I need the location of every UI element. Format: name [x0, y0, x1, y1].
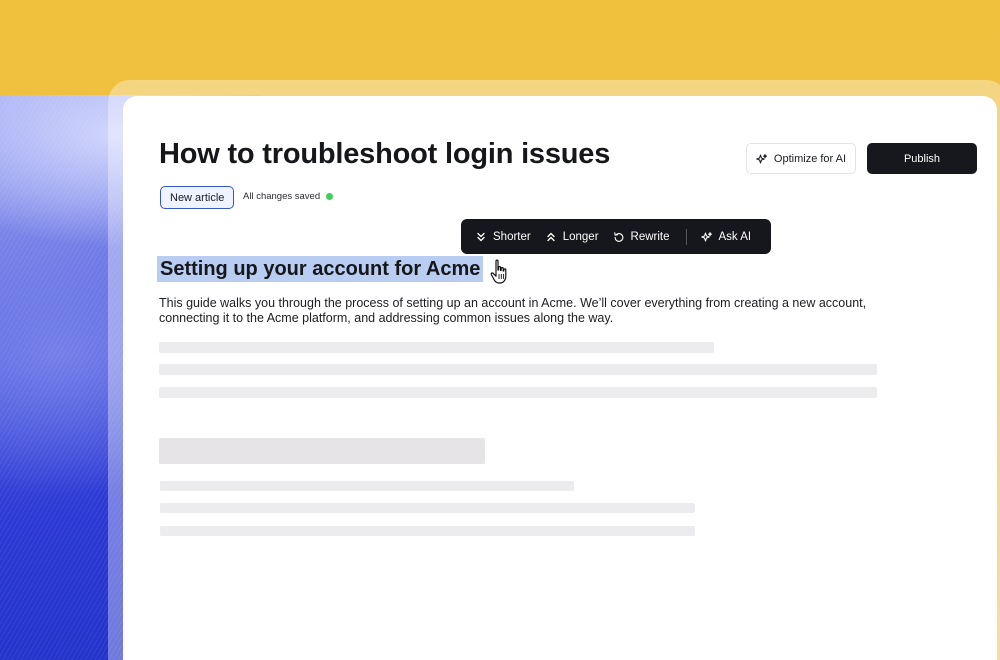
sparkle-icon — [756, 153, 768, 165]
ask-ai-label: Ask AI — [718, 230, 752, 243]
selected-heading[interactable]: Setting up your account for Acme — [157, 256, 484, 282]
shorter-button[interactable]: Shorter — [475, 231, 531, 243]
new-article-badge[interactable]: New article — [160, 186, 235, 209]
longer-label: Longer — [562, 230, 599, 243]
hand-pointer-icon — [490, 259, 507, 284]
save-status-text: All changes saved — [243, 191, 321, 202]
status-dot — [326, 193, 334, 200]
sparkle-icon — [700, 231, 713, 243]
skeleton-line — [159, 342, 714, 353]
chevrons-up-icon — [545, 231, 557, 243]
publish-button[interactable]: Publish — [867, 143, 977, 174]
rewrite-button[interactable]: Rewrite — [613, 231, 670, 243]
skeleton-line — [159, 364, 877, 375]
rewrite-label: Rewrite — [630, 230, 670, 243]
skeleton-line — [160, 481, 574, 491]
skeleton-heading — [159, 438, 485, 464]
toolbar-divider — [685, 228, 687, 245]
save-status: All changes saved — [243, 191, 334, 202]
editor-card — [123, 96, 997, 660]
shorter-label: Shorter — [493, 230, 531, 243]
skeleton-line — [160, 526, 695, 536]
optimize-label: Optimize for AI — [773, 152, 847, 165]
rotate-ccw-icon — [613, 231, 625, 243]
longer-button[interactable]: Longer — [545, 231, 599, 243]
optimize-for-ai-button[interactable]: Optimize for AI — [746, 143, 856, 174]
page-title: How to troubleshoot login issues — [159, 138, 611, 170]
ai-edit-toolbar: Shorter Longer Rewrite Ask AI — [461, 219, 771, 254]
chevrons-down-icon — [475, 231, 487, 243]
article-paragraph[interactable]: This guide walks you through the process… — [159, 296, 919, 326]
skeleton-line — [160, 503, 695, 513]
ask-ai-button[interactable]: Ask AI — [700, 230, 752, 243]
skeleton-line — [159, 387, 877, 398]
